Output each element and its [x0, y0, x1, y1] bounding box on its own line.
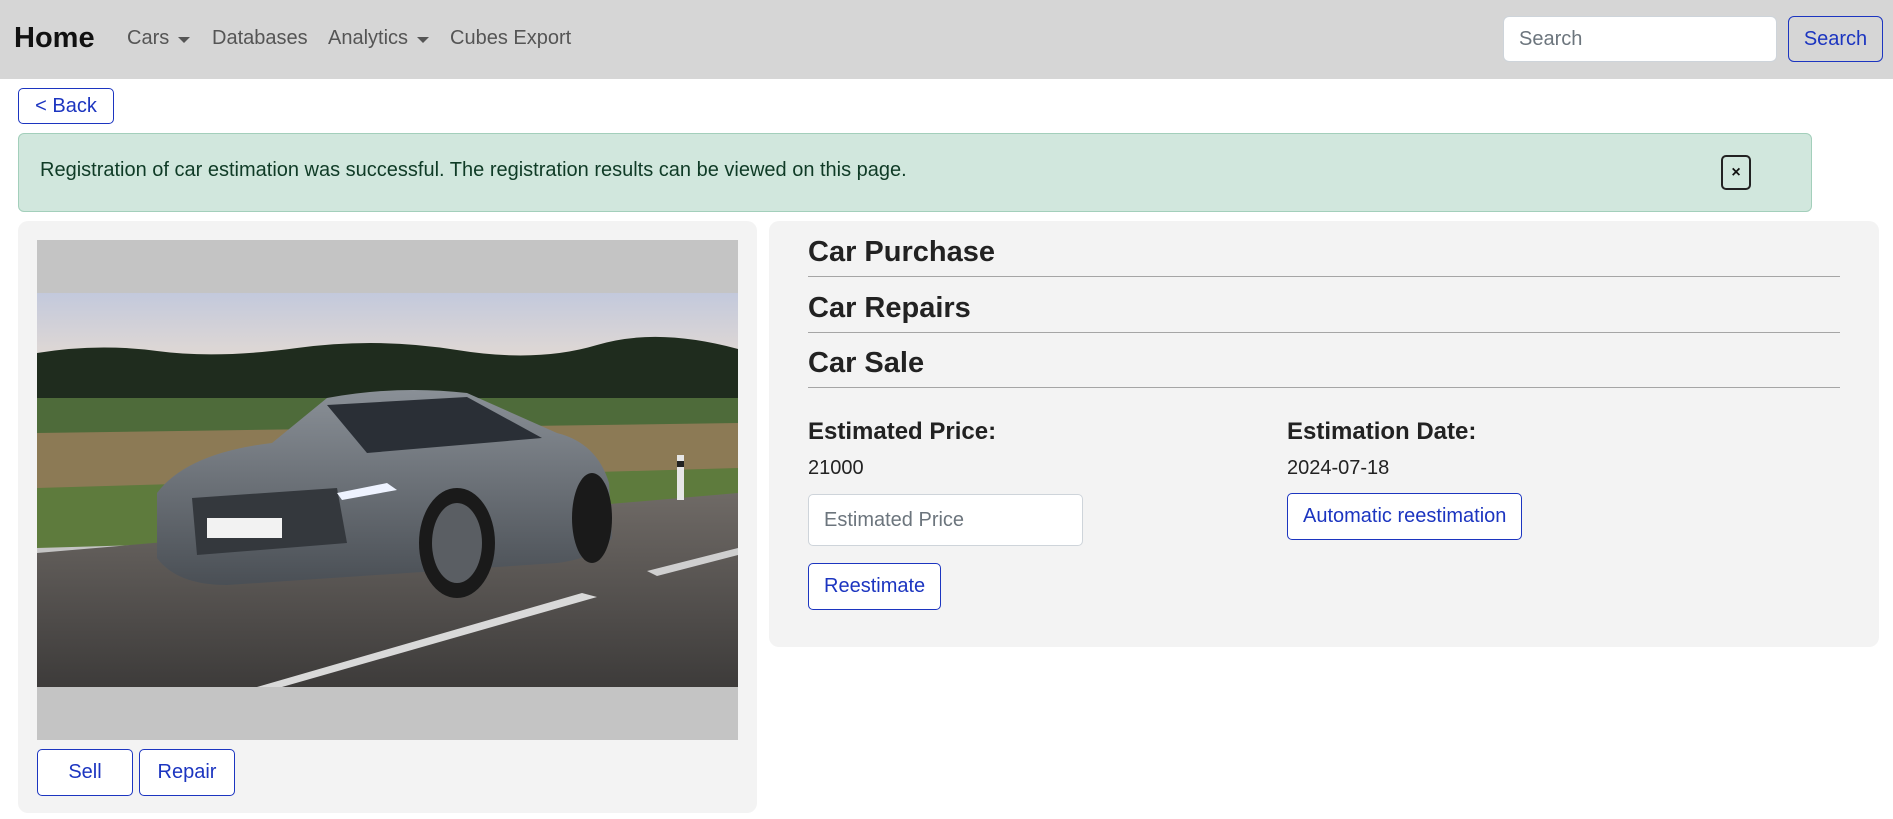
car-details-card: Car Purchase Car Repairs Car Sale Estima…: [769, 221, 1879, 647]
automatic-reestimation-button[interactable]: Automatic reestimation: [1287, 493, 1523, 540]
nav-item-cars[interactable]: Cars: [127, 27, 191, 50]
alert-message: Registration of car estimation was succe…: [40, 159, 907, 181]
sell-button[interactable]: Sell: [37, 749, 133, 796]
estimated-price-value: 21000: [808, 457, 864, 479]
estimation-date-value: 2024-07-18: [1287, 457, 1390, 479]
reestimate-button[interactable]: Reestimate: [808, 563, 942, 610]
car-image-frame: [37, 240, 738, 740]
nav-item-cubes-export[interactable]: Cubes Export: [450, 27, 571, 50]
nav-item-cubes-export-label: Cubes Export: [450, 27, 572, 49]
nav-item-analytics-label: Analytics: [328, 27, 409, 49]
close-icon[interactable]: ×: [1721, 155, 1751, 190]
section-car-repairs[interactable]: Car Repairs: [808, 277, 1840, 333]
chevron-down-icon: [178, 36, 191, 43]
search-button[interactable]: Search: [1788, 16, 1883, 62]
nav-item-cars-label: Cars: [127, 27, 170, 49]
car-photo-image: [37, 293, 738, 687]
back-button[interactable]: < Back: [18, 88, 114, 124]
nav-item-databases-label: Databases: [212, 27, 308, 49]
estimated-price-input[interactable]: [808, 494, 1083, 546]
repair-button[interactable]: Repair: [139, 749, 235, 796]
car-image-card: Sell Repair: [18, 221, 757, 813]
chevron-down-icon: [417, 36, 430, 43]
search-input[interactable]: [1503, 16, 1777, 62]
section-car-purchase[interactable]: Car Purchase: [808, 221, 1840, 277]
nav-item-analytics[interactable]: Analytics: [328, 27, 430, 50]
top-navbar: Home Cars Databases Analytics Cubes Expo…: [0, 0, 1893, 79]
brand-home-link[interactable]: Home: [14, 22, 95, 55]
nav-item-databases[interactable]: Databases: [212, 27, 308, 50]
success-alert: Registration of car estimation was succe…: [18, 133, 1812, 212]
estimation-date-label: Estimation Date:: [1287, 418, 1477, 445]
estimated-price-label: Estimated Price:: [808, 418, 997, 445]
section-car-sale[interactable]: Car Sale: [808, 332, 1840, 388]
